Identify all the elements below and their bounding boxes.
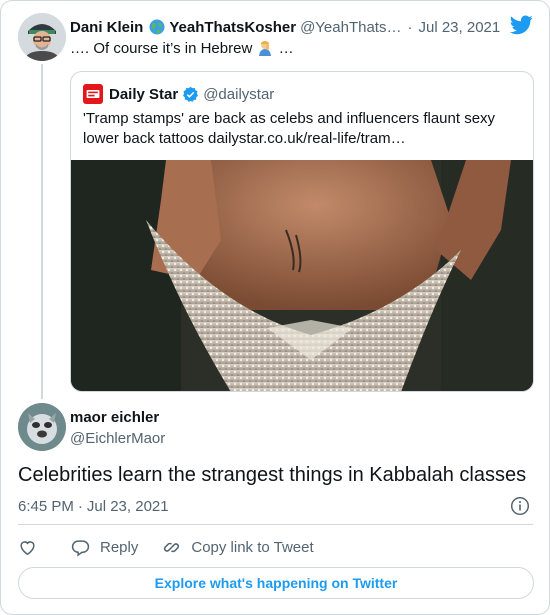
- copy-link-button[interactable]: Copy link to Tweet: [162, 538, 314, 557]
- parent-author-avatar[interactable]: [18, 13, 66, 61]
- heart-icon: [20, 540, 35, 555]
- tweet-timestamp[interactable]: 6:45 PM · Jul 23, 2021: [18, 498, 169, 515]
- thread-connector-line: [41, 64, 43, 399]
- actions-divider: [18, 524, 533, 525]
- reply-bubble-icon: [71, 539, 90, 556]
- copy-link-label: Copy link to Tweet: [191, 538, 314, 556]
- parent-tweet-header: Dani Klein YeahThatsKosher @YeahThats… ·…: [70, 17, 533, 37]
- parent-tweet-text-end: …: [278, 40, 294, 57]
- reply-button[interactable]: Reply: [71, 538, 138, 557]
- man-facepalming-emoji-icon: [259, 41, 272, 56]
- tweet-embed-card: Dani Klein YeahThatsKosher @YeahThats… ·…: [0, 0, 550, 615]
- verified-badge-icon: [183, 86, 199, 102]
- quoted-author-name[interactable]: Daily Star: [109, 86, 178, 103]
- tweet-time-separator: ·: [77, 498, 83, 515]
- quoted-tweet[interactable]: Daily Star @dailystar 'Tramp stamps' are…: [70, 71, 534, 392]
- parent-author-handle[interactable]: @YeahThats…: [300, 19, 401, 36]
- link-icon: [164, 542, 180, 552]
- main-author-name[interactable]: maor eichler: [70, 409, 159, 426]
- quoted-author-handle[interactable]: @dailystar: [203, 86, 274, 103]
- globe-icon: [149, 19, 165, 35]
- parent-author-name[interactable]: Dani Klein: [70, 19, 143, 36]
- reply-label: Reply: [100, 538, 139, 556]
- main-tweet-text: Celebrities learn the strangest things i…: [18, 464, 527, 486]
- daily-star-logo-icon: [83, 84, 103, 104]
- parent-author-display-name[interactable]: YeahThatsKosher: [169, 19, 296, 36]
- tweet-time[interactable]: 6:45 PM: [18, 498, 74, 515]
- parent-separator: ·: [407, 18, 413, 36]
- tweet-date[interactable]: Jul 23, 2021: [87, 498, 169, 515]
- explore-twitter-button[interactable]: Explore what's happening on Twitter: [18, 567, 534, 599]
- main-author-avatar[interactable]: [18, 403, 66, 451]
- main-author-handle[interactable]: @EichlerMaor: [70, 430, 165, 447]
- quoted-tweet-text: 'Tramp stamps' are back as celebs and in…: [83, 110, 496, 147]
- parent-tweet-text: …. Of course it’s in Hebrew …: [70, 40, 294, 57]
- tweet-actions-bar: Reply Copy link to Tweet: [18, 536, 314, 558]
- parent-tweet-date[interactable]: Jul 23, 2021: [418, 19, 500, 36]
- info-icon[interactable]: [510, 496, 530, 516]
- like-button[interactable]: [18, 538, 37, 557]
- parent-tweet-text-start: …. Of course it’s in Hebrew: [70, 40, 253, 57]
- quoted-tweet-photo[interactable]: [71, 160, 533, 391]
- twitter-bird-icon[interactable]: [510, 15, 533, 35]
- quoted-tweet-header: Daily Star @dailystar: [83, 84, 274, 104]
